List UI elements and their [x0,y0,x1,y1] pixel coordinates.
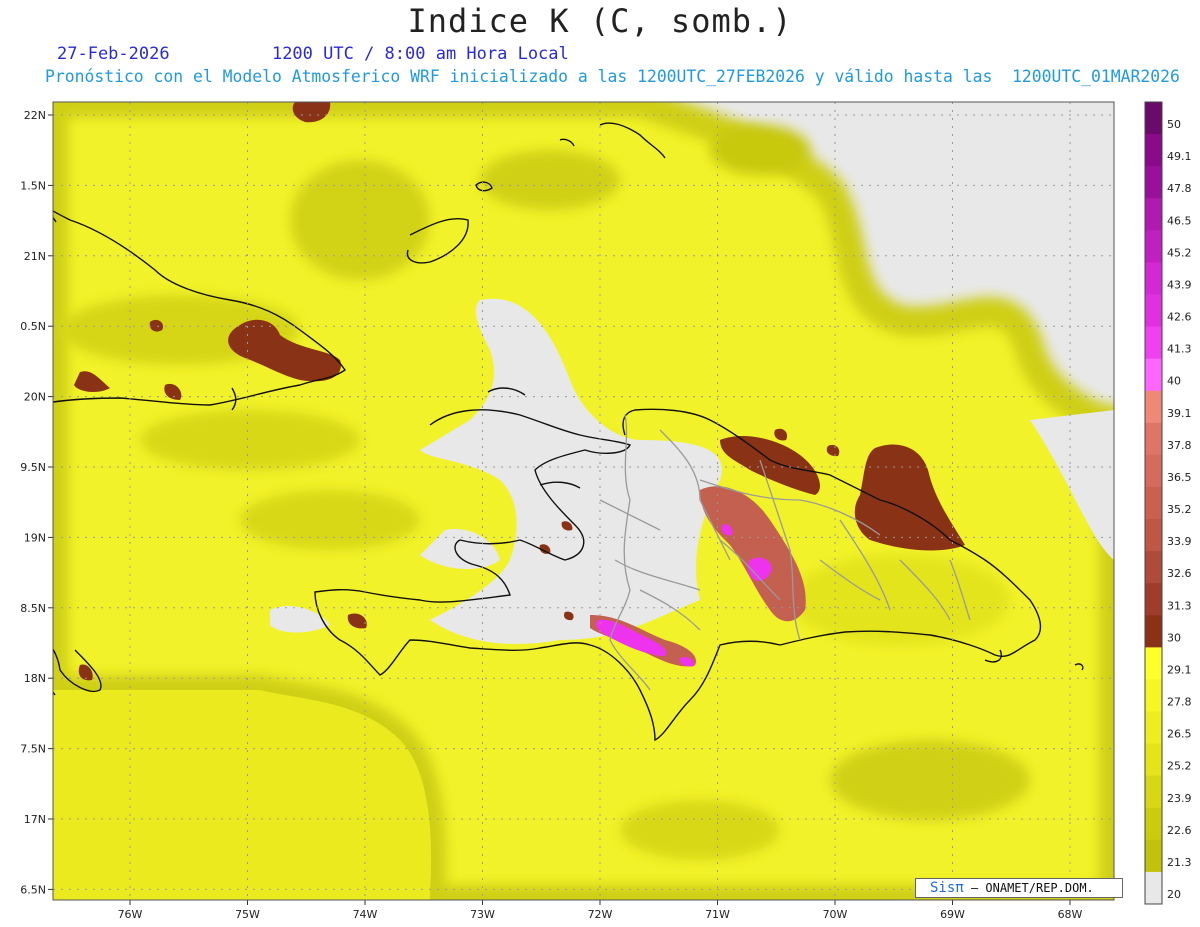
colorbar-swatch [1145,166,1162,199]
colorbar-swatch [1145,807,1162,841]
lat-label: 9.5N [20,461,46,474]
lat-label: 1.5N [20,179,46,192]
colorbar-swatch [1145,230,1162,263]
lon-label: 72W [588,908,613,921]
colorbar-swatch [1145,326,1162,360]
lat-label: 18N [24,672,46,685]
lon-label: 68W [1058,908,1083,921]
lon-label: 76W [118,908,143,921]
colorbar-label: 36.5 [1167,471,1192,484]
colorbar-label: 25.2 [1167,760,1192,773]
colorbar-label: 32.6 [1167,567,1192,580]
lat-label: 0.5N [20,320,46,333]
colorbar-swatch [1145,358,1162,392]
colorbar-swatch [1145,422,1162,456]
lon-label: 74W [353,908,378,921]
map-plot-area [53,102,1114,900]
colorbar-swatch [1145,454,1162,488]
colorbar-swatch [1145,583,1162,616]
colorbar-label: 23.9 [1167,792,1192,805]
colorbar-label: 31.3 [1167,599,1192,612]
colorbar-swatch [1145,486,1162,520]
colorbar-swatch [1145,775,1162,809]
colorbar-swatch [1145,102,1162,135]
colorbar-swatch [1145,198,1162,231]
colorbar-label: 35.2 [1167,503,1192,516]
lat-label: 21N [24,250,46,263]
colorbar-label: 50 [1167,118,1181,131]
colorbar-swatch [1145,551,1162,584]
longitude-labels: 76W 75W 74W 73W 72W 71W 70W 69W 68W [118,908,1083,921]
lat-label: 7.5N [20,743,46,756]
colorbar-swatch [1145,743,1162,777]
credit-text: – ONAMET/REP.DOM. [970,881,1094,895]
colorbar: 50 49.1 47.8 46.5 45.2 43.9 42.6 41.3 40 39.1 37.8… [1144,101,1192,905]
colorbar-swatch [1145,839,1162,873]
colorbar-label: 45.2 [1167,246,1192,259]
lon-label: 73W [470,908,495,921]
colorbar-label: 49.1 [1167,150,1192,163]
lat-label: 8.5N [20,602,46,615]
lon-label: 71W [705,908,730,921]
colorbar-label: 22.6 [1167,824,1192,837]
colorbar-swatch [1145,294,1162,328]
colorbar-label: 46.5 [1167,214,1192,227]
colorbar-label: 26.5 [1167,728,1192,741]
colorbar-label: 47.8 [1167,182,1192,195]
colorbar-label: 33.9 [1167,535,1192,548]
sispi-logo: Sisπ [930,880,964,896]
colorbar-swatch [1145,134,1162,167]
colorbar-label: 40 [1167,375,1181,388]
colorbar-label: 43.9 [1167,278,1192,291]
colorbar-label: 27.8 [1167,696,1192,709]
lat-label: 17N [24,813,46,826]
colorbar-swatch [1145,711,1162,745]
lon-label: 69W [940,908,965,921]
colorbar-label: 29.1 [1167,663,1192,676]
colorbar-label: 30 [1167,631,1181,644]
colorbar-swatch [1145,262,1162,295]
lon-label: 70W [823,908,848,921]
lat-label: 20N [24,391,46,404]
colorbar-swatch [1145,647,1162,680]
colorbar-swatch [1145,519,1162,552]
colorbar-swatch [1145,871,1162,905]
colorbar-swatch [1145,390,1162,424]
colorbar-label: 42.6 [1167,311,1192,324]
colorbar-swatch [1145,615,1162,648]
lat-label: 22N [24,109,46,122]
latitude-labels: 22N 1.5N 21N 0.5N 20N 9.5N 19N 8.5N 18N 7.5N 17N 6.… [20,109,46,896]
lat-label: 6.5N [20,883,46,896]
colorbar-label: 20 [1167,888,1181,901]
credit-box: Sisπ – ONAMET/REP.DOM. [915,878,1123,898]
lat-label: 19N [24,531,46,544]
lon-label: 75W [235,908,260,921]
colorbar-label: 41.3 [1167,343,1192,356]
k-index-map: 22N 1.5N 21N 0.5N 20N 9.5N 19N 8.5N 18N 7.5N 17N 6.… [20,101,1192,921]
colorbar-label: 39.1 [1167,407,1192,420]
colorbar-label: 21.3 [1167,856,1192,869]
colorbar-swatch [1145,679,1162,713]
colorbar-label: 37.8 [1167,439,1192,452]
